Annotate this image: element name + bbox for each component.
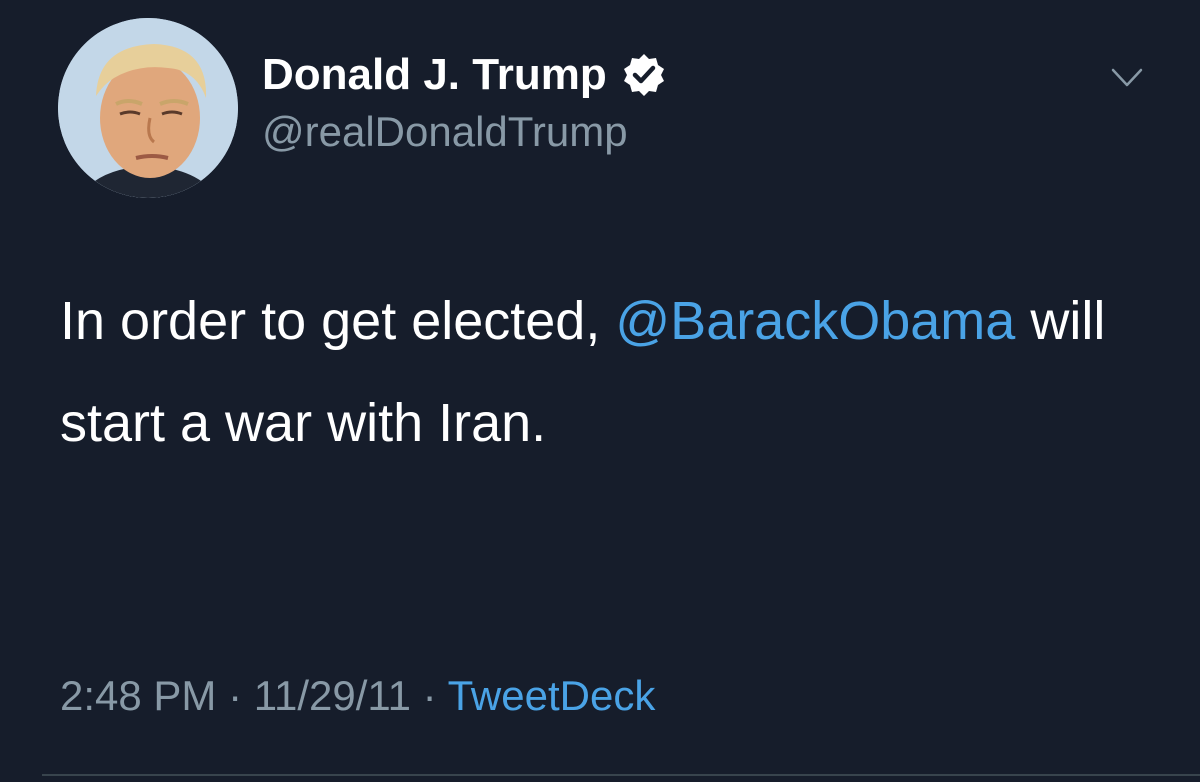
chevron-down-icon[interactable] bbox=[1110, 66, 1144, 90]
display-name[interactable]: Donald J. Trump bbox=[262, 50, 607, 100]
author-block[interactable]: Donald J. Trump @realDonaldTrump bbox=[262, 50, 667, 156]
tweet-date[interactable]: 11/29/11 bbox=[254, 672, 411, 719]
meta-separator: · bbox=[411, 672, 448, 719]
tweet-metadata: 2:48 PM · 11/29/11 · TweetDeck bbox=[60, 672, 655, 720]
name-row: Donald J. Trump bbox=[262, 50, 667, 100]
mention-link[interactable]: @BarackObama bbox=[615, 291, 1015, 351]
tweet-card: Donald J. Trump @realDonaldTrump In orde… bbox=[0, 0, 1200, 782]
user-handle[interactable]: @realDonaldTrump bbox=[262, 108, 667, 156]
divider bbox=[42, 774, 1200, 776]
verified-badge-icon bbox=[621, 52, 667, 98]
avatar[interactable] bbox=[58, 18, 238, 198]
meta-separator: · bbox=[216, 672, 254, 719]
tweet-text: In order to get elected, @BarackObama wi… bbox=[60, 270, 1140, 474]
avatar-image bbox=[58, 18, 238, 198]
tweet-source-link[interactable]: TweetDeck bbox=[448, 672, 656, 719]
tweet-time[interactable]: 2:48 PM bbox=[60, 672, 216, 719]
tweet-text-part1: In order to get elected, bbox=[60, 291, 616, 351]
